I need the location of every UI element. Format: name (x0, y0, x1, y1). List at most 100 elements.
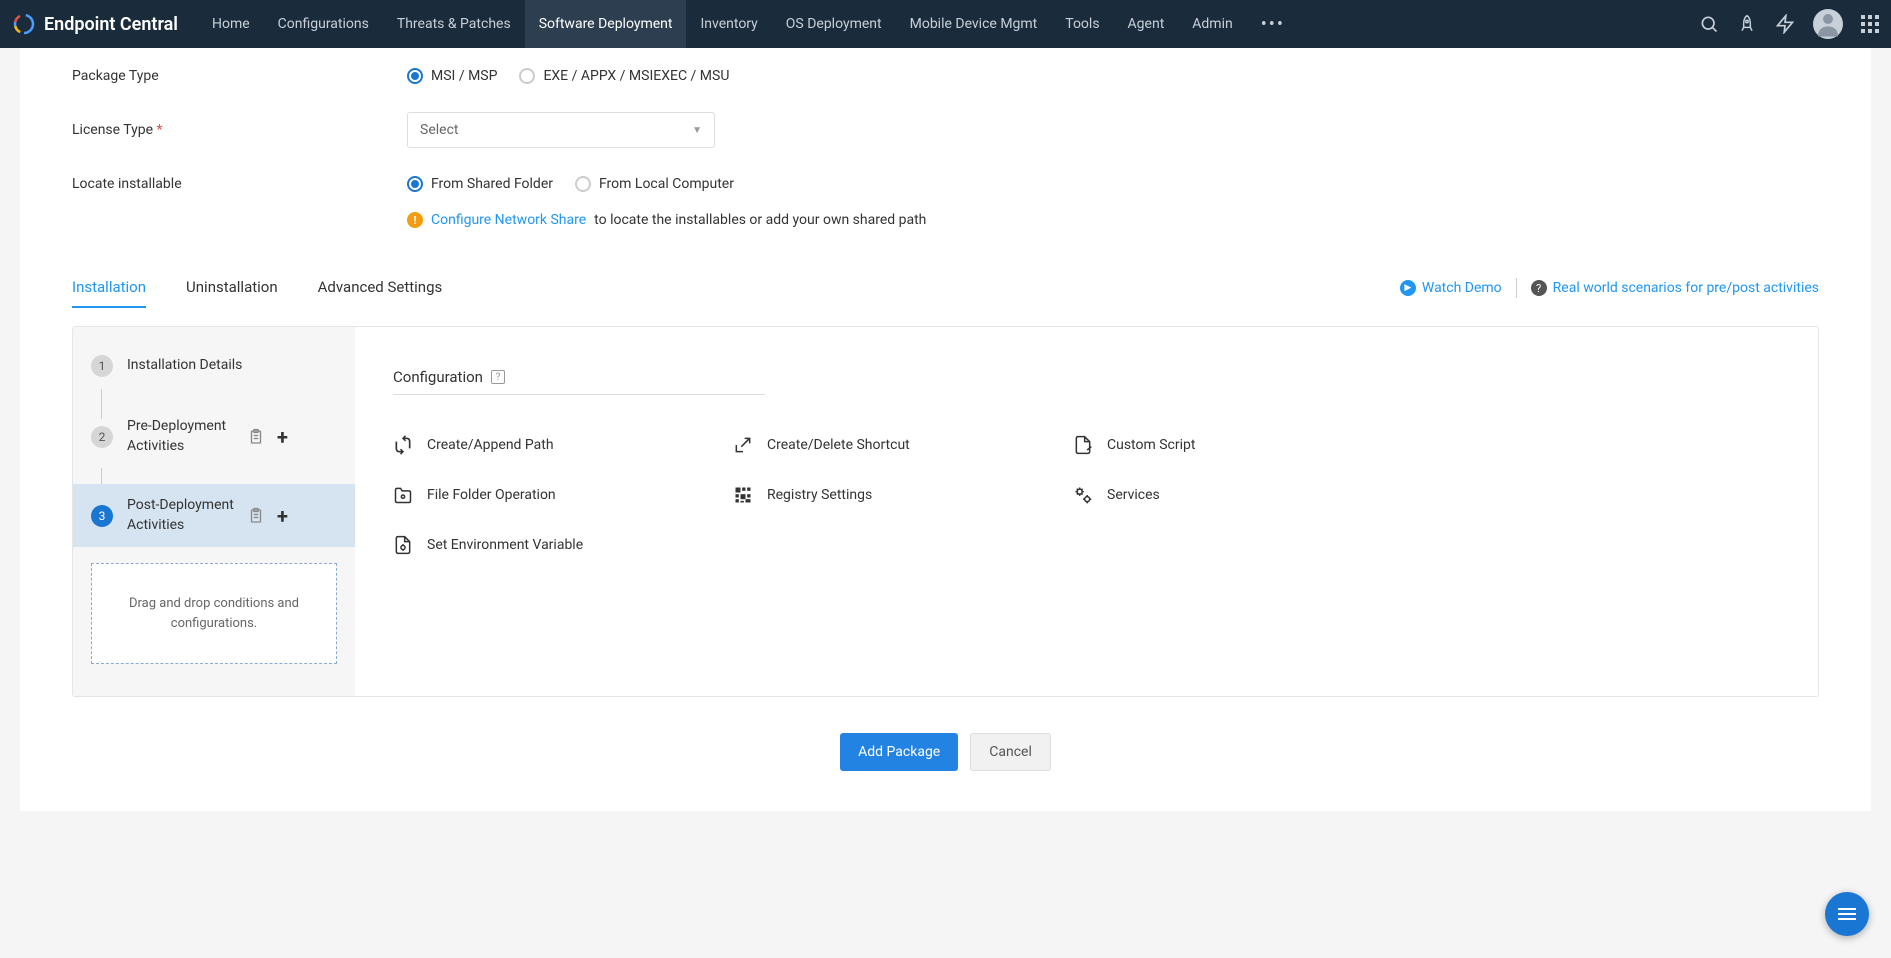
nav-agent[interactable]: Agent (1114, 0, 1179, 48)
config-grid: Create/Append Path Create/Delete Shortcu… (393, 435, 1393, 555)
config-custom-script[interactable]: Custom Script (1073, 435, 1393, 455)
nav-mobile-device-mgmt[interactable]: Mobile Device Mgmt (896, 0, 1052, 48)
select-value: Select (420, 122, 458, 138)
footer-actions: Add Package Cancel (20, 733, 1871, 771)
nav-threats-patches[interactable]: Threats & Patches (383, 0, 525, 48)
radio-unchecked-icon (575, 176, 591, 192)
radio-label-msi: MSI / MSP (431, 68, 497, 84)
add-pre-activity-button[interactable]: + (277, 425, 288, 449)
step-number-2: 2 (91, 426, 113, 448)
top-nav: Endpoint Central Home Configurations Thr… (0, 0, 1891, 48)
step-label-2: Pre-Deployment Activities (127, 417, 247, 456)
configuration-panel: Configuration ? Create/Append Path Creat… (355, 327, 1818, 696)
config-file-folder-operation[interactable]: File Folder Operation (393, 485, 713, 505)
config-label-envvar: Set Environment Variable (427, 537, 583, 553)
step-post-deployment[interactable]: 3 Post-Deployment Activities + (73, 484, 355, 547)
config-create-append-path[interactable]: Create/Append Path (393, 435, 713, 455)
tab-uninstallation[interactable]: Uninstallation (186, 268, 278, 308)
tabs-right: ▶ Watch Demo ? Real world scenarios for … (1400, 278, 1819, 298)
chevron-down-icon: ▼ (692, 125, 702, 136)
divider (1516, 278, 1517, 298)
radio-msi-msp[interactable]: MSI / MSP (407, 68, 497, 84)
config-label-script: Custom Script (1107, 437, 1195, 453)
search-icon[interactable] (1699, 14, 1719, 34)
steps-sidebar: 1 Installation Details 2 Pre-Deployment … (73, 327, 355, 696)
tabs-left: Installation Uninstallation Advanced Set… (72, 268, 442, 308)
shortcut-icon (733, 435, 753, 455)
license-type-text: License Type (72, 122, 153, 138)
clipboard-icon[interactable] (247, 507, 265, 525)
step-installation-details[interactable]: 1 Installation Details (73, 343, 355, 389)
logo-icon (12, 12, 36, 36)
radio-label-shared: From Shared Folder (431, 176, 553, 192)
config-set-environment-variable[interactable]: Set Environment Variable (393, 535, 713, 555)
scenarios-text: Real world scenarios for pre/post activi… (1553, 280, 1819, 296)
config-registry-settings[interactable]: Registry Settings (733, 485, 1053, 505)
env-var-icon (393, 535, 413, 555)
cancel-button[interactable]: Cancel (970, 733, 1051, 771)
help-badge-icon[interactable]: ? (491, 370, 505, 384)
locate-label: Locate installable (72, 176, 407, 192)
avatar-icon (1813, 9, 1843, 39)
radio-local-computer[interactable]: From Local Computer (575, 176, 734, 192)
config-label-folder: File Folder Operation (427, 487, 556, 503)
config-create-delete-shortcut[interactable]: Create/Delete Shortcut (733, 435, 1053, 455)
config-services[interactable]: Services (1073, 485, 1393, 505)
nav-software-deployment[interactable]: Software Deployment (525, 0, 687, 48)
radio-label-local: From Local Computer (599, 176, 734, 192)
step-actions-3: + (247, 504, 288, 528)
nav-admin[interactable]: Admin (1178, 0, 1246, 48)
configure-network-link[interactable]: Configure Network Share (431, 212, 586, 228)
radio-exe-appx[interactable]: EXE / APPX / MSIEXEC / MSU (519, 68, 729, 84)
config-label-shortcut: Create/Delete Shortcut (767, 437, 910, 453)
config-label-path: Create/Append Path (427, 437, 554, 453)
radio-unchecked-icon (519, 68, 535, 84)
user-avatar[interactable] (1813, 9, 1843, 39)
fab-menu-button[interactable] (1825, 892, 1869, 936)
radio-label-exe: EXE / APPX / MSIEXEC / MSU (543, 68, 729, 84)
package-type-row: Package Type MSI / MSP EXE / APPX / MSIE… (72, 68, 1819, 84)
tabs-row: Installation Uninstallation Advanced Set… (20, 268, 1871, 308)
nav-home[interactable]: Home (198, 0, 264, 48)
installation-panel: 1 Installation Details 2 Pre-Deployment … (72, 326, 1819, 697)
locate-installable-row: Locate installable From Shared Folder Fr… (72, 176, 1819, 192)
step-pre-deployment[interactable]: 2 Pre-Deployment Activities + (73, 405, 355, 468)
radio-checked-icon (407, 68, 423, 84)
nav-os-deployment[interactable]: OS Deployment (772, 0, 896, 48)
step-label-1: Installation Details (127, 356, 337, 376)
script-icon (1073, 435, 1093, 455)
brand-logo[interactable]: Endpoint Central (12, 12, 178, 36)
config-title-text: Configuration (393, 368, 483, 386)
add-package-button[interactable]: Add Package (840, 733, 958, 771)
radio-shared-folder[interactable]: From Shared Folder (407, 176, 553, 192)
rocket-icon[interactable] (1737, 14, 1757, 34)
warning-icon: ! (407, 212, 423, 228)
step-label-3: Post-Deployment Activities (127, 496, 247, 535)
main-content: Package Type MSI / MSP EXE / APPX / MSIE… (20, 48, 1871, 811)
path-icon (393, 435, 413, 455)
locate-group: From Shared Folder From Local Computer (407, 176, 734, 192)
tab-advanced-settings[interactable]: Advanced Settings (318, 268, 443, 308)
play-icon: ▶ (1400, 280, 1416, 296)
network-info-text: to locate the installables or add your o… (594, 212, 926, 228)
nav-inventory[interactable]: Inventory (686, 0, 771, 48)
license-type-row: License Type * Select ▼ (72, 112, 1819, 148)
brand-name: Endpoint Central (44, 14, 178, 35)
apps-grid-icon[interactable] (1861, 15, 1879, 33)
dropzone[interactable]: Drag and drop conditions and configurati… (91, 563, 337, 664)
nav-tools[interactable]: Tools (1051, 0, 1113, 48)
nav-more[interactable]: ••• (1247, 0, 1299, 48)
tab-installation[interactable]: Installation (72, 268, 146, 308)
nav-right (1699, 9, 1879, 39)
nav-configurations[interactable]: Configurations (264, 0, 383, 48)
required-asterisk: * (157, 122, 163, 138)
package-type-label: Package Type (72, 68, 407, 84)
add-post-activity-button[interactable]: + (277, 504, 288, 528)
watch-demo-link[interactable]: ▶ Watch Demo (1400, 280, 1502, 296)
scenarios-link[interactable]: ? Real world scenarios for pre/post acti… (1531, 280, 1819, 296)
clipboard-icon[interactable] (247, 428, 265, 446)
network-share-info: ! Configure Network Share to locate the … (407, 212, 1819, 228)
license-type-select[interactable]: Select ▼ (407, 112, 715, 148)
lightning-icon[interactable] (1775, 14, 1795, 34)
help-icon: ? (1531, 280, 1547, 296)
